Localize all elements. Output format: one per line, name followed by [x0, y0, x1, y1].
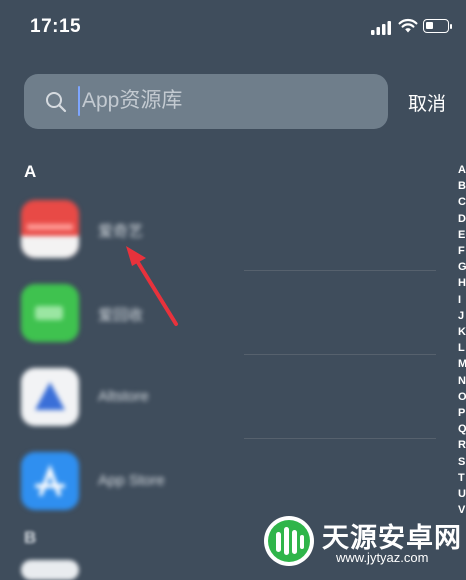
app-store-icon[interactable]	[21, 452, 79, 510]
index-letter[interactable]: M	[458, 356, 466, 372]
index-letter[interactable]: F	[458, 243, 466, 259]
index-letter[interactable]: I	[458, 292, 466, 308]
row-divider	[244, 354, 436, 355]
index-letter[interactable]: P	[458, 405, 466, 421]
cancel-button[interactable]: 取消	[408, 89, 446, 116]
index-letter[interactable]: T	[458, 470, 466, 486]
app-name[interactable]: Altstore	[98, 388, 149, 405]
watermark: 天源安卓网 www.jytyaz.com	[262, 512, 466, 570]
app-name[interactable]: App Store	[98, 472, 165, 489]
cellular-signal-icon	[371, 21, 391, 35]
index-letter[interactable]: B	[458, 178, 466, 194]
index-letter[interactable]: C	[458, 194, 466, 210]
index-letter[interactable]: K	[458, 324, 466, 340]
green-app-icon[interactable]	[21, 284, 79, 342]
index-letter[interactable]: G	[458, 259, 466, 275]
index-letter[interactable]: A	[458, 162, 466, 178]
watermark-url: www.jytyaz.com	[336, 550, 429, 565]
row-divider	[244, 270, 436, 271]
alphabet-index[interactable]: ABCDEFGHIJKLMNOPQRSTUV	[458, 162, 466, 518]
annotation-arrow-icon	[126, 246, 178, 326]
red-app-icon[interactable]	[21, 200, 79, 258]
search-input[interactable]	[82, 87, 362, 115]
index-letter[interactable]: O	[458, 389, 466, 405]
index-letter[interactable]: R	[458, 437, 466, 453]
app-icon-partial[interactable]	[21, 560, 79, 580]
index-letter[interactable]: D	[458, 211, 466, 227]
battery-icon	[423, 19, 452, 33]
index-letter[interactable]: L	[458, 340, 466, 356]
app-name[interactable]: 爱奇艺	[98, 220, 143, 241]
index-letter[interactable]: J	[458, 308, 466, 324]
row-divider	[244, 438, 436, 439]
index-letter[interactable]: N	[458, 373, 466, 389]
index-letter[interactable]: U	[458, 486, 466, 502]
index-letter[interactable]: Q	[458, 421, 466, 437]
status-time: 17:15	[30, 16, 82, 37]
index-letter[interactable]: S	[458, 454, 466, 470]
white-triangle-app-icon[interactable]	[21, 368, 79, 426]
section-header-b: B	[24, 528, 37, 547]
text-caret	[78, 86, 80, 116]
index-letter[interactable]: H	[458, 275, 466, 291]
search-icon	[46, 92, 67, 113]
wifi-icon	[398, 18, 418, 33]
section-header-a: A	[24, 162, 37, 181]
index-letter[interactable]: E	[458, 227, 466, 243]
watermark-logo-icon	[264, 516, 314, 566]
